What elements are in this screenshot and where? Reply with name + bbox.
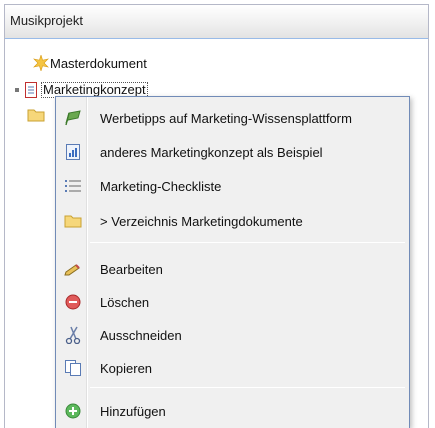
menu-item-loeschen[interactable]: Löschen [59,289,406,315]
checklist-icon [64,177,82,195]
star-burst-icon [33,53,49,73]
scissors-icon [64,326,82,344]
green-flag-icon [64,109,82,127]
menu-item-label: Werbetipps auf Marketing-Wissensplattfor… [100,110,352,126]
tree-node-label: Masterdokument [50,55,147,71]
add-icon [64,402,82,420]
menu-item-label: Ausschneiden [100,327,182,343]
folder-icon [27,108,45,122]
menu-item-beispiel[interactable]: anderes Marketingkonzept als Beispiel [59,139,406,165]
menu-item-hinzufuegen[interactable]: Hinzufügen [59,398,406,424]
menu-item-label: > Verzeichnis Marketingdokumente [100,213,303,229]
menu-separator [90,387,405,388]
context-menu: Werbetipps auf Marketing-Wissensplattfor… [55,96,410,428]
copy-icon [64,359,82,377]
menu-separator [90,242,405,243]
chart-document-icon [64,143,82,161]
tree-node-folder[interactable] [27,105,45,125]
folder-icon [64,212,82,230]
menu-item-label: anderes Marketingkonzept als Beispiel [100,144,323,160]
menu-item-label: Marketing-Checkliste [100,178,222,194]
tree-bullet [15,88,19,92]
menu-item-ausschneiden[interactable]: Ausschneiden [59,322,406,348]
panel-title: Musikprojekt [5,5,428,39]
menu-item-bearbeiten[interactable]: Bearbeiten [59,256,406,282]
menu-item-kopieren[interactable]: Kopieren [59,355,406,381]
menu-item-verzeichnis[interactable]: > Verzeichnis Marketingdokumente [59,208,406,234]
menu-item-werbetipps[interactable]: Werbetipps auf Marketing-Wissensplattfor… [59,105,406,131]
pencil-icon [64,260,82,278]
menu-item-label: Kopieren [100,360,153,376]
menu-item-label: Löschen [100,294,150,310]
menu-item-label: Hinzufügen [100,403,166,419]
tree-node-masterdokument[interactable]: Masterdokument [33,53,147,73]
menu-item-label: Bearbeiten [100,261,163,277]
delete-icon [64,293,82,311]
menu-item-checkliste[interactable]: Marketing-Checkliste [59,173,406,199]
document-icon [25,82,37,98]
